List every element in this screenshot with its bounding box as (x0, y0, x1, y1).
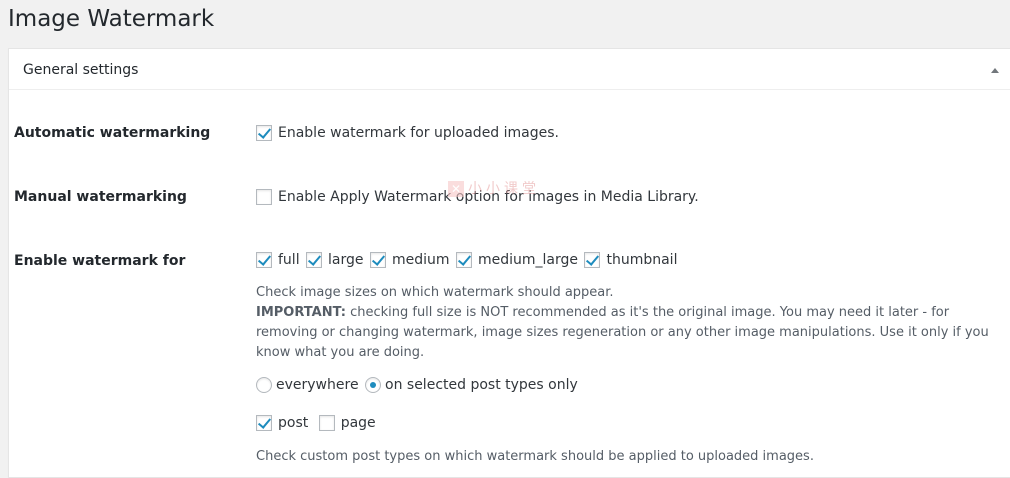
size-thumbnail-label[interactable]: thumbnail (606, 252, 677, 268)
apply-scope-field: everywhere on selected post types only (256, 377, 580, 393)
panel-title: General settings (23, 62, 139, 78)
manual-watermarking-label: Manual watermarking (14, 189, 187, 205)
important-note: IMPORTANT: checking full size is NOT rec… (256, 303, 1001, 363)
x-logo-icon: ✕ (448, 181, 464, 197)
panel-header[interactable]: General settings (9, 49, 1010, 90)
post-types-description: Check custom post types on which waterma… (256, 449, 814, 464)
size-thumbnail-checkbox[interactable] (584, 252, 601, 268)
post-types-field: post page (256, 415, 378, 431)
size-medium-label[interactable]: medium (392, 252, 450, 268)
important-text: checking full size is NOT recommended as… (256, 305, 989, 360)
image-sizes-help: Check image sizes on which watermark sho… (256, 285, 614, 300)
page-title: Image Watermark (8, 6, 215, 32)
radio-everywhere[interactable] (256, 377, 272, 393)
image-sizes-description: Check image sizes on which watermark sho… (256, 283, 1001, 363)
size-medium-checkbox[interactable] (369, 252, 386, 268)
post-type-post-label[interactable]: post (278, 415, 308, 431)
automatic-watermarking-label: Automatic watermarking (14, 125, 211, 141)
watermark-overlay: ✕ 小小课堂 (448, 178, 540, 198)
automatic-watermarking-checkbox-label[interactable]: Enable watermark for uploaded images. (278, 125, 559, 141)
post-type-page-checkbox[interactable] (318, 415, 335, 431)
watermark-overlay-text: 小小课堂 (468, 181, 540, 197)
post-type-page-label[interactable]: page (341, 415, 376, 431)
size-medium-large-label[interactable]: medium_large (478, 252, 578, 268)
automatic-watermarking-checkbox[interactable] (256, 125, 272, 141)
size-full-checkbox[interactable] (256, 252, 272, 268)
size-large-checkbox[interactable] (306, 252, 323, 268)
enable-watermark-for-label: Enable watermark for (14, 253, 186, 269)
post-type-post-checkbox[interactable] (256, 415, 272, 431)
manual-watermarking-checkbox[interactable] (256, 189, 272, 205)
radio-selected-post-types-label[interactable]: on selected post types only (385, 377, 578, 393)
size-full-label[interactable]: full (278, 252, 300, 268)
radio-selected-post-types[interactable] (365, 377, 382, 393)
size-medium-large-checkbox[interactable] (455, 252, 472, 268)
important-label: IMPORTANT: (256, 305, 346, 320)
radio-everywhere-label[interactable]: everywhere (276, 377, 359, 393)
collapse-arrow-icon[interactable] (991, 68, 999, 73)
automatic-watermarking-field: Enable watermark for uploaded images. (256, 125, 561, 141)
image-sizes-field: full large medium medium_large thumbnail (256, 252, 679, 268)
size-large-label[interactable]: large (328, 252, 363, 268)
